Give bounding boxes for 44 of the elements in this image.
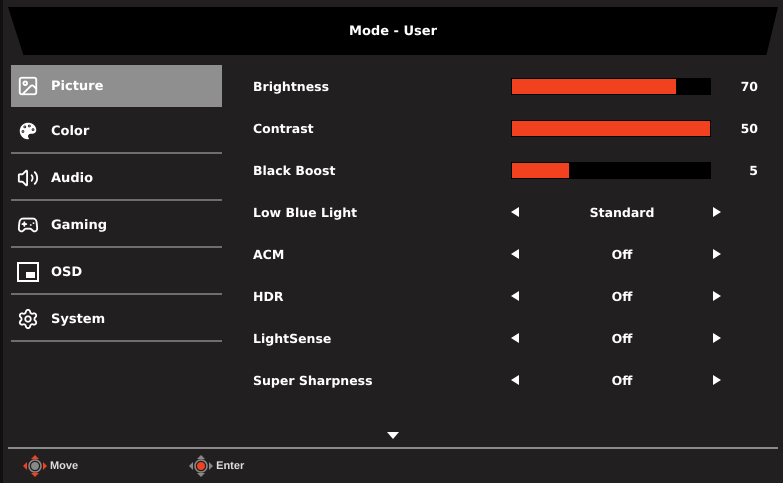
menu-item[interactable]: System [11, 298, 222, 342]
setting-value: 70 [740, 78, 758, 94]
right-arrow-icon[interactable] [713, 249, 721, 259]
setting-value: 5 [749, 162, 758, 178]
setting-value: Off [612, 372, 632, 388]
dpad-icon [188, 454, 214, 478]
setting-label: Low Blue Light [253, 204, 358, 220]
setting-value: Off [612, 330, 632, 346]
menu-item[interactable]: Audio [11, 157, 222, 201]
mode-title: Mode - User [349, 24, 437, 38]
left-arrow-icon[interactable] [511, 291, 519, 301]
speaker-icon [17, 167, 39, 189]
menu-item[interactable]: Color [11, 110, 222, 154]
picture-icon [17, 75, 39, 97]
setting-label: HDR [253, 288, 284, 304]
setting-label: LightSense [253, 330, 332, 346]
right-arrow-icon[interactable] [713, 207, 721, 217]
setting-value: Off [612, 246, 632, 262]
right-arrow-icon[interactable] [713, 375, 721, 385]
right-arrow-icon[interactable] [713, 333, 721, 343]
dpad-icon [22, 454, 48, 478]
setting-value: Standard [590, 204, 654, 220]
left-arrow-icon[interactable] [511, 375, 519, 385]
left-arrow-icon[interactable] [511, 333, 519, 343]
window-icon [17, 262, 39, 282]
hint-label: Enter [216, 460, 244, 472]
left-arrow-icon[interactable] [511, 249, 519, 259]
setting-label: Contrast [253, 120, 315, 136]
settings-icon [17, 308, 39, 330]
setting-label: Brightness [253, 78, 330, 94]
menu-item[interactable]: Gaming [11, 204, 222, 248]
menu-item[interactable]: OSD [11, 251, 222, 295]
scroll-down-icon[interactable] [387, 432, 399, 439]
slider-track[interactable] [511, 162, 711, 178]
right-arrow-icon[interactable] [713, 291, 721, 301]
left-arrow-icon[interactable] [511, 207, 519, 217]
setting-label: Black Boost [253, 162, 336, 178]
slider-track[interactable] [511, 78, 711, 94]
setting-value: Off [612, 288, 632, 304]
hint-label: Move [50, 460, 78, 472]
palette-icon [17, 120, 39, 142]
setting-label: ACM [253, 246, 286, 262]
setting-label: Super Sharpness [253, 372, 374, 388]
setting-value: 50 [740, 120, 758, 136]
